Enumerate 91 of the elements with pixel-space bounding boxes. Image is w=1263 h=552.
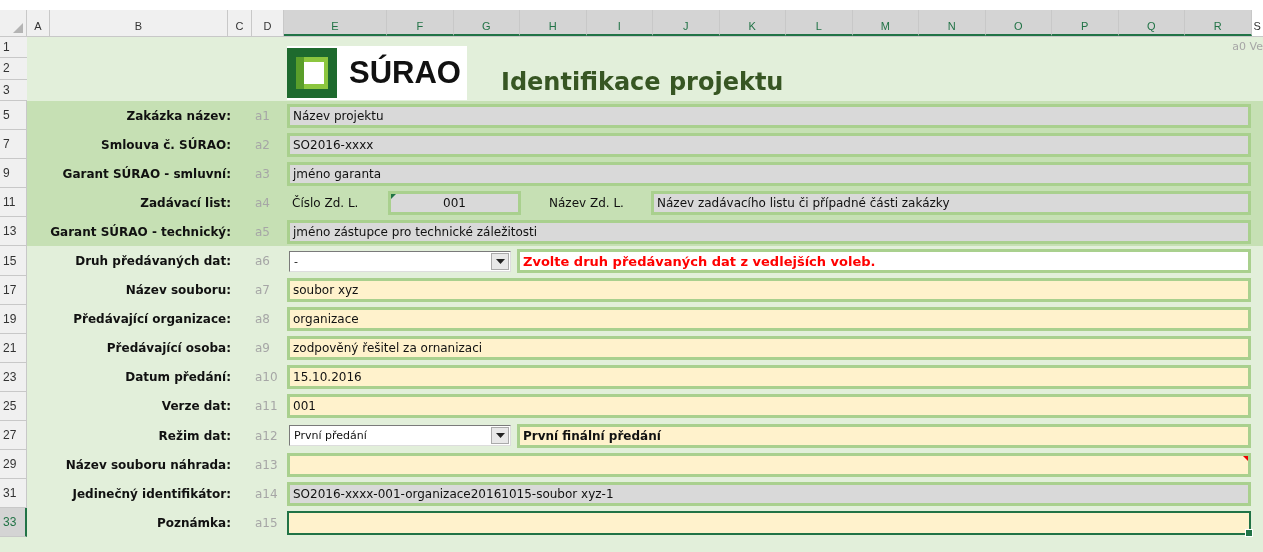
field-label: Datum předání:: [124, 370, 232, 385]
row-number[interactable]: 11: [0, 188, 27, 218]
cell-code: a6: [254, 254, 271, 268]
column-header[interactable]: R: [1185, 10, 1252, 36]
cell-code: a2: [254, 137, 271, 152]
column-header[interactable]: E: [284, 10, 387, 36]
row-number[interactable]: 25: [0, 391, 27, 422]
field-label: Druh předávaných dat:: [74, 254, 232, 268]
field-label: Název souboru:: [124, 283, 232, 298]
input-field[interactable]: 001: [388, 190, 521, 215]
row-number[interactable]: 29: [0, 450, 27, 480]
row-number[interactable]: 31: [0, 479, 27, 509]
cell-code: a10: [254, 370, 279, 385]
row-number[interactable]: 13: [0, 217, 27, 247]
row-number[interactable]: 21: [0, 333, 27, 363]
caret-icon: [491, 252, 509, 270]
field-label: Garant SÚRAO - smluvní:: [61, 166, 232, 181]
field-label: Smlouva č. SÚRAO:: [100, 137, 232, 152]
cell-code: a5: [254, 224, 271, 239]
column-header[interactable]: C: [228, 10, 252, 36]
logo-text: SÚRAO: [349, 55, 461, 91]
field-label: Zadávací list:: [139, 195, 232, 210]
cell-code: a14: [254, 486, 279, 501]
column-header[interactable]: K: [719, 10, 786, 36]
row-number[interactable]: 5: [0, 101, 27, 131]
row-number[interactable]: 33: [0, 508, 27, 538]
field-label: Název Zd. L.: [548, 195, 625, 210]
input-field[interactable]: 15.10.2016: [287, 365, 1251, 390]
row-number[interactable]: 23: [0, 362, 27, 392]
fill-handle[interactable]: [1245, 528, 1253, 537]
input-field[interactable]: soubor xyz: [287, 278, 1251, 303]
field-label: Název souboru náhrada:: [64, 457, 232, 472]
input-field[interactable]: jméno zástupce pro technické záležitosti: [287, 219, 1251, 244]
cell-code: a15: [254, 515, 279, 530]
column-header[interactable]: G: [453, 10, 520, 36]
cell-code: a1: [254, 108, 271, 123]
column-header[interactable]: I: [586, 10, 653, 36]
dropdown[interactable]: První předání: [289, 425, 511, 447]
column-header[interactable]: P: [1052, 10, 1119, 36]
dropdown[interactable]: -: [289, 250, 511, 272]
field-label: Poznámka:: [155, 515, 232, 530]
status-message: Zvolte druh předávaných dat z vedlejších voleb.: [517, 249, 1251, 273]
input-field[interactable]: jméno garanta: [287, 161, 1251, 186]
column-header[interactable]: A: [27, 10, 50, 36]
column-header[interactable]: J: [653, 10, 720, 36]
column-header[interactable]: H: [520, 10, 587, 36]
input-field[interactable]: 001: [287, 394, 1251, 419]
cell-code: a11: [254, 399, 279, 414]
input-field[interactable]: SO2016-xxxx-001-organizace20161015-soubor xyz-1: [287, 481, 1251, 506]
field-label: Předávající osoba:: [105, 341, 232, 356]
row-number[interactable]: 2: [0, 58, 27, 80]
row-number[interactable]: 9: [0, 159, 27, 189]
input-field[interactable]: [287, 510, 1251, 535]
field-label: Garant SÚRAO - technický:: [49, 224, 232, 239]
page-title: Identifikace projektu: [500, 68, 784, 96]
field-label: Zakázka název:: [125, 108, 232, 123]
field-label: Číslo Zd. L.: [291, 195, 360, 210]
cell-code: a13: [254, 457, 279, 472]
row-number[interactable]: 19: [0, 304, 27, 334]
caret-icon: [491, 427, 509, 445]
column-header[interactable]: F: [387, 10, 454, 36]
input-field[interactable]: zodpověný řešitel za ornanizaci: [287, 336, 1251, 361]
input-field[interactable]: Název zadávacího listu či případné části zakázky: [651, 190, 1251, 215]
field-label: Předávající organizace:: [72, 312, 232, 327]
column-header[interactable]: M: [852, 10, 919, 36]
input-field[interactable]: organizace: [287, 307, 1251, 332]
status-message: První finální předání: [517, 423, 1251, 448]
column-header[interactable]: Q: [1118, 10, 1185, 36]
cell-code: a8: [254, 312, 271, 327]
column-header[interactable]: O: [985, 10, 1052, 36]
column-header[interactable]: N: [919, 10, 986, 36]
input-field[interactable]: SO2016-xxxx: [287, 132, 1251, 157]
row-number[interactable]: 17: [0, 275, 27, 305]
field-label: Verze dat:: [160, 399, 232, 414]
cell-code: a12: [254, 428, 279, 443]
column-header[interactable]: B: [50, 10, 228, 36]
cell-code: a7: [254, 283, 271, 298]
field-label: Režim dat:: [157, 428, 232, 443]
row-number[interactable]: 15: [0, 246, 27, 276]
input-field[interactable]: [287, 452, 1251, 477]
cell-code: a4: [254, 195, 271, 210]
input-field[interactable]: Název projektu: [287, 103, 1251, 128]
cell-text: a0 Ve: [1232, 40, 1263, 53]
row-number[interactable]: 27: [0, 421, 27, 451]
row-number[interactable]: 1: [0, 37, 27, 59]
field-label: Jedinečný identifikátor:: [70, 486, 232, 501]
cell-code: a3: [254, 166, 271, 181]
row-number[interactable]: 3: [0, 79, 27, 101]
cell-code: a9: [254, 341, 271, 356]
column-header[interactable]: L: [786, 10, 853, 36]
row-number[interactable]: 7: [0, 130, 27, 160]
